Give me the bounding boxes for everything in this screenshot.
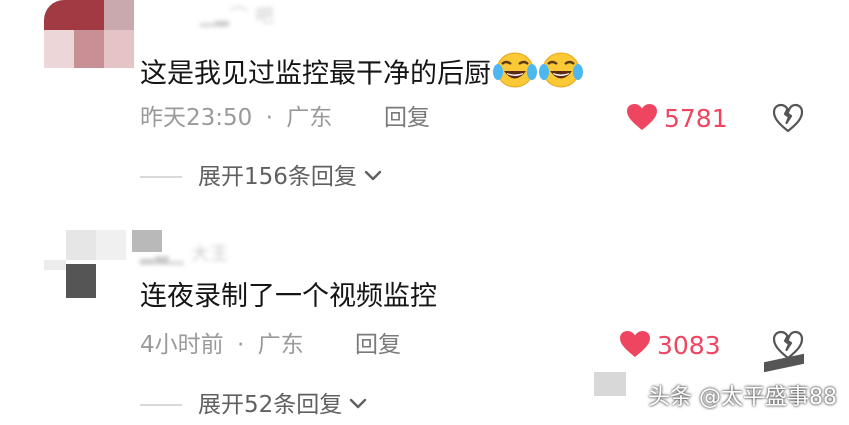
divider-line xyxy=(140,404,182,406)
comment-location: 广东 xyxy=(257,332,304,358)
like-button[interactable]: 3083 xyxy=(619,330,721,362)
like-count: 3083 xyxy=(657,331,721,360)
expand-replies-label: 展开52条回复 xyxy=(198,392,343,418)
comment-time: 4小时前 xyxy=(140,332,224,358)
username-blurred[interactable]: ▂▃▁ 大王 xyxy=(140,240,229,266)
chevron-down-icon xyxy=(348,396,368,415)
heart-icon xyxy=(619,330,651,362)
avatar-tile xyxy=(66,230,96,260)
comment-text: 连夜录制了一个视频监控 xyxy=(140,281,437,312)
expand-replies-button[interactable]: 展开52条回复 xyxy=(140,390,368,420)
comment-meta: 4小时前 · 广东 xyxy=(140,330,304,360)
watermark: 头条 @太平盛事88 xyxy=(648,385,837,410)
comment-item: ▂▃▁ 大王 连夜录制了一个视频监控 4小时前 · 广东 回复 3083 展开5… xyxy=(0,0,849,425)
avatar-tile xyxy=(44,260,66,270)
avatar-tile xyxy=(96,230,126,260)
reply-button[interactable]: 回复 xyxy=(355,330,401,360)
avatar-tile xyxy=(66,264,96,298)
meta-separator: · xyxy=(236,332,245,358)
blurred-avatar-fragment xyxy=(594,372,626,396)
